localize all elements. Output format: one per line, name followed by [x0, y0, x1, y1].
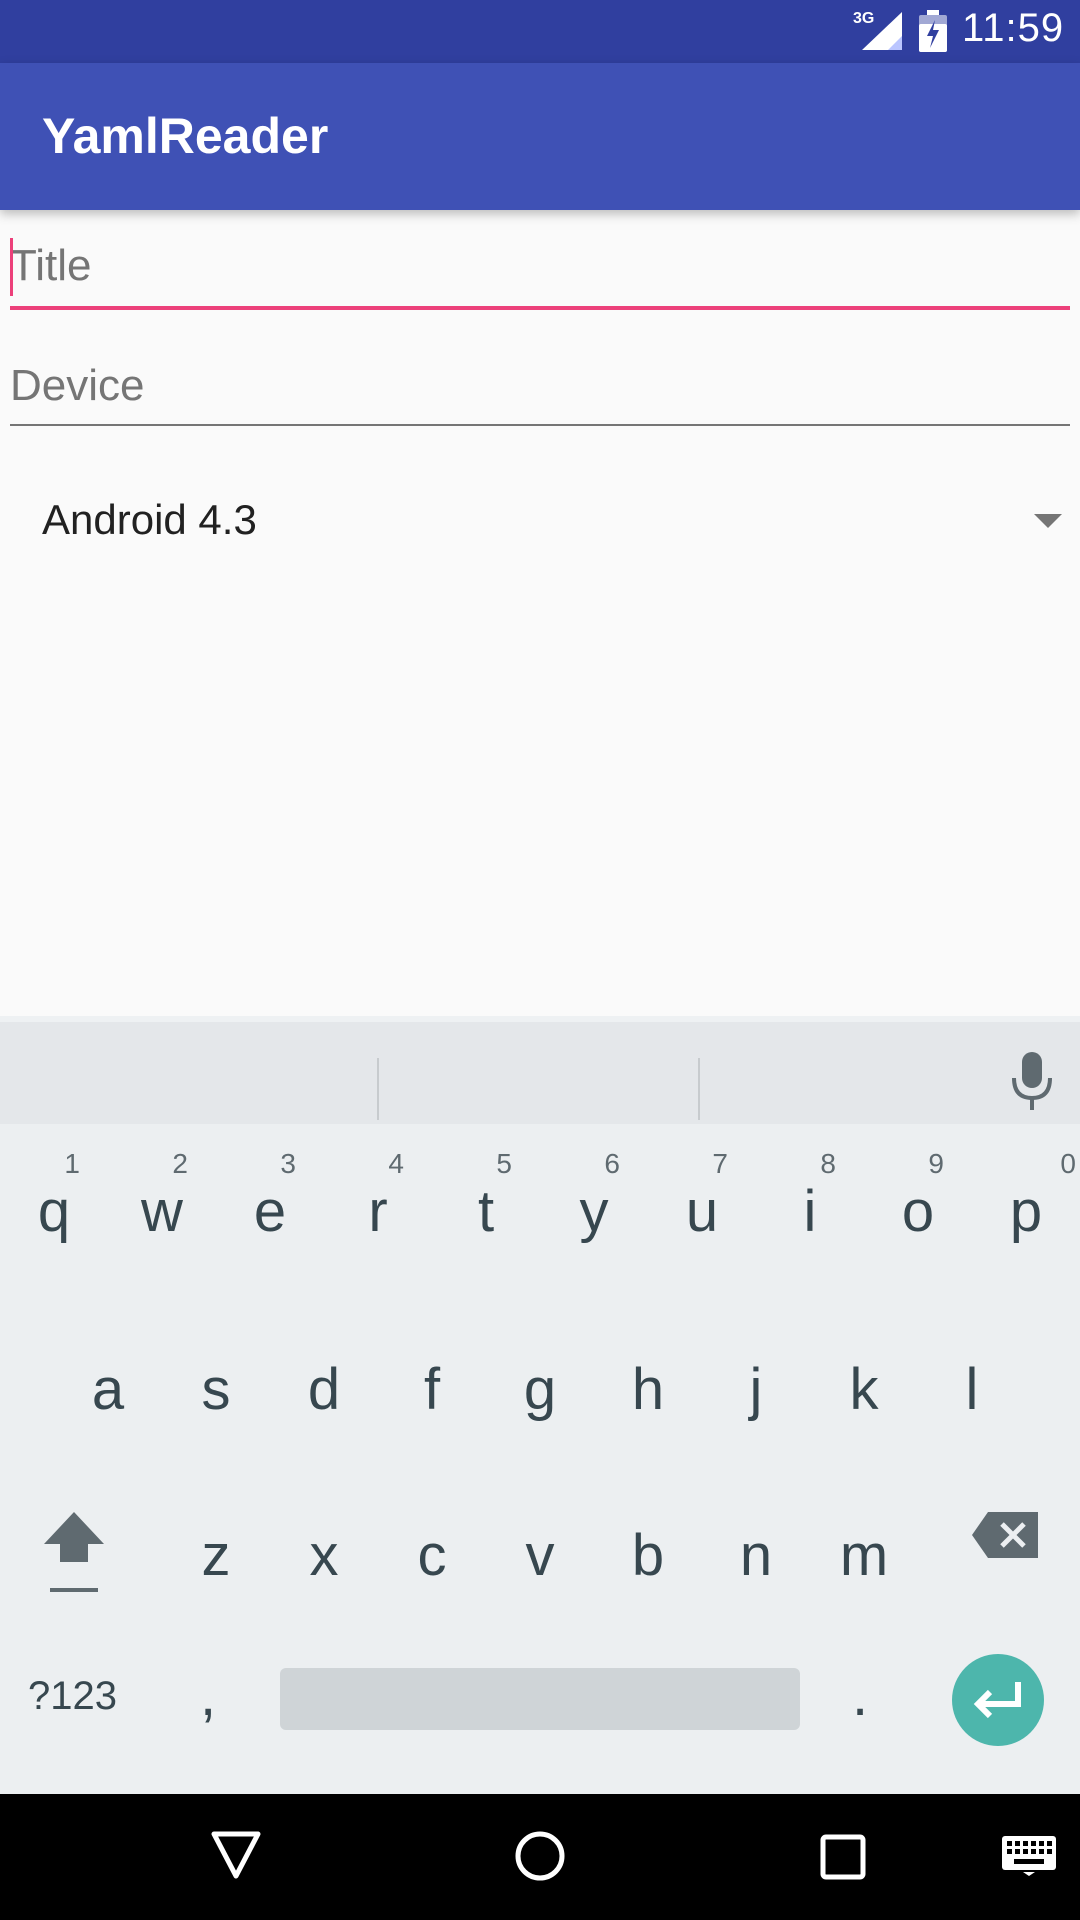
key-e[interactable]: 3 e	[220, 1130, 320, 1280]
key-o[interactable]: 9 o	[868, 1130, 968, 1280]
key-label: j	[749, 1357, 763, 1422]
key-label: u	[685, 1179, 719, 1244]
key-p[interactable]: 0 p	[976, 1130, 1076, 1280]
key-z[interactable]: z	[166, 1486, 266, 1636]
key-w[interactable]: 2 w	[112, 1130, 212, 1280]
enter-button[interactable]	[952, 1654, 1044, 1746]
key-hint: 2	[172, 1148, 188, 1179]
dropdown-arrow-icon	[1034, 514, 1062, 528]
key-hint: 8	[820, 1148, 836, 1179]
key-label: f	[423, 1357, 441, 1422]
key-label: b	[631, 1523, 665, 1588]
symbols-key[interactable]: ?123	[28, 1674, 117, 1719]
battery-icon	[919, 10, 947, 52]
backspace-icon[interactable]	[972, 1512, 1038, 1558]
key-label: a	[91, 1357, 125, 1422]
key-a[interactable]: a	[58, 1320, 158, 1470]
title-input[interactable]	[10, 238, 1070, 294]
title-field-container	[10, 230, 1070, 310]
clock: 11:59	[962, 6, 1065, 50]
key-hint: 9	[928, 1148, 944, 1179]
device-input[interactable]	[10, 358, 1070, 414]
device-underline	[10, 424, 1070, 426]
key-label: i	[803, 1179, 817, 1244]
key-label: e	[253, 1179, 287, 1244]
key-n[interactable]: n	[706, 1486, 806, 1636]
key-label: g	[523, 1357, 557, 1422]
device-field-container	[10, 350, 1070, 426]
text-cursor	[10, 238, 13, 296]
key-r[interactable]: 4 r	[328, 1130, 428, 1280]
comma-key[interactable]: ,	[200, 1662, 216, 1729]
key-q[interactable]: 1 q	[4, 1130, 104, 1280]
key-label: r	[368, 1179, 388, 1244]
key-y[interactable]: 6 y	[544, 1130, 644, 1280]
os-version-spinner[interactable]: Android 4.3	[10, 470, 1070, 570]
key-x[interactable]: x	[274, 1486, 374, 1636]
key-m[interactable]: m	[814, 1486, 914, 1636]
key-label: m	[839, 1523, 889, 1588]
key-label: x	[309, 1523, 339, 1588]
key-s[interactable]: s	[166, 1320, 266, 1470]
key-label: y	[579, 1179, 609, 1244]
key-label: s	[201, 1357, 231, 1422]
key-label: z	[201, 1523, 231, 1588]
key-label: w	[141, 1179, 183, 1244]
status-bar: 3G 11:59	[0, 0, 1080, 63]
key-d[interactable]: d	[274, 1320, 374, 1470]
spinner-selected-value: Android 4.3	[42, 496, 257, 543]
key-j[interactable]: j	[706, 1320, 806, 1470]
key-hint: 7	[712, 1148, 728, 1179]
key-b[interactable]: b	[598, 1486, 698, 1636]
key-label: q	[37, 1179, 71, 1244]
space-bar[interactable]	[280, 1668, 800, 1730]
app-bar: YamlReader	[0, 63, 1080, 210]
key-label: p	[1009, 1179, 1043, 1244]
key-c[interactable]: c	[382, 1486, 482, 1636]
key-label: v	[525, 1523, 555, 1588]
suggestion-divider	[377, 1058, 379, 1120]
key-label: t	[477, 1179, 495, 1244]
key-t[interactable]: 5 t	[436, 1130, 536, 1280]
key-hint: 5	[496, 1148, 512, 1179]
key-l[interactable]: l	[922, 1320, 1022, 1470]
shift-icon[interactable]	[42, 1510, 106, 1594]
period-key[interactable]: .	[852, 1662, 868, 1729]
key-k[interactable]: k	[814, 1320, 914, 1470]
suggestion-strip	[0, 1022, 1080, 1124]
key-label: h	[631, 1357, 665, 1422]
key-label: k	[849, 1357, 879, 1422]
key-hint: 4	[388, 1148, 404, 1179]
navigation-bar	[0, 1794, 1080, 1920]
suggestion-divider	[698, 1058, 700, 1120]
title-underline	[10, 306, 1070, 310]
key-hint: 3	[280, 1148, 296, 1179]
key-hint: 0	[1060, 1148, 1076, 1179]
key-label: l	[965, 1357, 979, 1422]
key-label: c	[417, 1523, 447, 1588]
key-i[interactable]: 8 i	[760, 1130, 860, 1280]
key-u[interactable]: 7 u	[652, 1130, 752, 1280]
home-icon[interactable]	[514, 1830, 566, 1882]
keyboard-switch-icon[interactable]	[1002, 1836, 1056, 1876]
app-title: YamlReader	[42, 108, 329, 164]
recents-icon[interactable]	[820, 1834, 866, 1880]
enter-arrow-icon	[973, 1682, 1021, 1719]
key-g[interactable]: g	[490, 1320, 590, 1470]
key-label: o	[901, 1179, 935, 1244]
key-label: n	[739, 1523, 773, 1588]
key-label: d	[307, 1357, 341, 1422]
key-f[interactable]: f	[382, 1320, 482, 1470]
microphone-icon[interactable]	[1010, 1052, 1054, 1112]
key-v[interactable]: v	[490, 1486, 590, 1636]
key-h[interactable]: h	[598, 1320, 698, 1470]
cell-signal-icon	[862, 12, 902, 50]
back-icon[interactable]	[210, 1830, 262, 1880]
key-hint: 6	[604, 1148, 620, 1179]
key-hint: 1	[64, 1148, 80, 1179]
